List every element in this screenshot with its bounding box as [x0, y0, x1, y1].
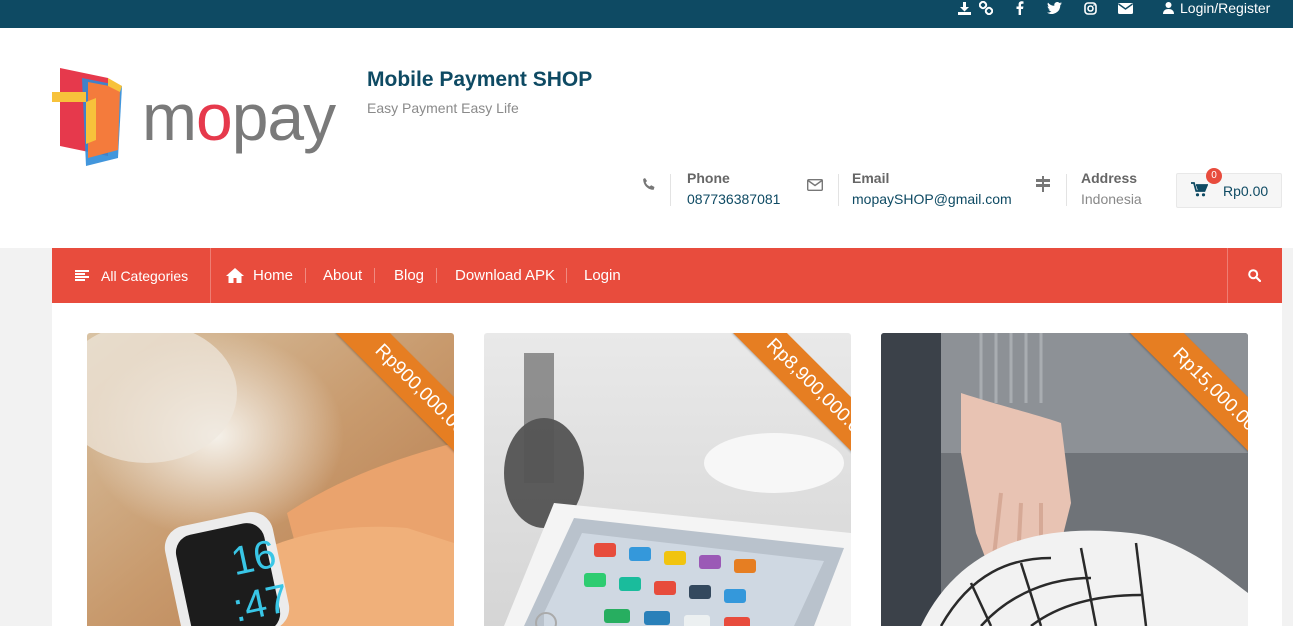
product-grid: 16 :47 Rp900,000.00 Rp8,900,000.00 Rp15,…	[52, 303, 1282, 626]
nav-item-label: Download APK	[455, 267, 556, 284]
nav-item-download-apk[interactable]: Download APK	[455, 248, 555, 303]
logo-wordmark: mopay	[142, 80, 336, 154]
svg-text:16: 16	[227, 532, 280, 584]
nav-divider	[305, 268, 306, 283]
product-card[interactable]: Rp8,900,000.00	[484, 333, 851, 626]
site-logo[interactable]: mopay	[52, 66, 352, 166]
user-icon	[1163, 2, 1174, 14]
contact-divider	[838, 174, 839, 206]
site-tagline: Easy Payment Easy Life	[367, 100, 519, 116]
home-icon	[226, 268, 244, 283]
main-nav: All Categories Home About Blog Download …	[52, 248, 1282, 303]
facebook-icon[interactable]	[1012, 0, 1028, 16]
nav-divider	[566, 268, 567, 283]
email-label: Email	[852, 170, 890, 186]
envelope-outline-icon	[806, 178, 824, 196]
price-ribbon: Rp8,900,000.00	[701, 333, 851, 483]
search-button[interactable]	[1248, 248, 1261, 303]
nav-divider	[1227, 248, 1228, 303]
nav-item-home[interactable]: Home	[226, 248, 293, 303]
product-card[interactable]: 16 :47 Rp900,000.00	[87, 333, 454, 626]
cart-button[interactable]: 0 Rp0.00	[1176, 168, 1282, 208]
envelope-icon[interactable]	[1117, 0, 1133, 16]
top-bar: Login/Register	[0, 0, 1293, 28]
search-icon	[1248, 269, 1261, 282]
nav-divider	[436, 268, 437, 283]
all-categories-button[interactable]: All Categories	[75, 248, 188, 303]
mopay-logo-mark	[52, 68, 122, 166]
signpost-icon	[1035, 176, 1051, 197]
cart-icon	[1191, 182, 1209, 202]
price-label: Rp900,000.00	[335, 333, 454, 475]
nav-item-blog[interactable]: Blog	[394, 248, 424, 303]
price-ribbon: Rp15,000.00	[1098, 333, 1248, 483]
phone-icon	[642, 178, 655, 196]
login-register-label: Login/Register	[1180, 0, 1271, 16]
nav-item-label: Home	[253, 267, 294, 284]
nav-item-label: About	[323, 267, 363, 284]
nav-divider	[374, 268, 375, 283]
twitter-icon[interactable]	[1046, 0, 1062, 16]
nav-item-login[interactable]: Login	[584, 248, 621, 303]
cart-total: Rp0.00	[1223, 183, 1269, 199]
contact-divider	[670, 174, 671, 206]
contact-phone: Phone 087736387081	[640, 170, 800, 210]
nav-item-label: Login	[584, 267, 621, 284]
link-icon[interactable]	[978, 0, 994, 16]
contact-divider	[1066, 174, 1067, 206]
email-value[interactable]: mopaySHOP@gmail.com	[852, 191, 1012, 207]
site-title[interactable]: Mobile Payment SHOP	[367, 68, 592, 92]
cart-count-badge: 0	[1206, 168, 1222, 184]
address-label: Address	[1081, 170, 1138, 186]
menu-lines-icon	[75, 270, 89, 281]
phone-value: 087736387081	[687, 191, 781, 207]
nav-item-about[interactable]: About	[323, 248, 362, 303]
nav-item-label: Blog	[394, 267, 425, 284]
price-label: Rp15,000.00	[1129, 333, 1248, 475]
nav-divider	[210, 248, 211, 303]
phone-label: Phone	[687, 170, 730, 186]
instagram-icon[interactable]	[1082, 0, 1098, 16]
price-ribbon: Rp900,000.00	[304, 333, 454, 483]
login-register-link[interactable]: Login/Register	[1163, 0, 1270, 16]
contact-address: Address Indonesia	[1035, 170, 1165, 210]
site-header: mopay Mobile Payment SHOP Easy Payment E…	[0, 28, 1293, 248]
price-label: Rp8,900,000.00	[732, 333, 851, 475]
address-value: Indonesia	[1081, 191, 1142, 207]
all-categories-label: All Categories	[101, 267, 189, 284]
product-card[interactable]: Rp15,000.00	[881, 333, 1248, 626]
download-icon[interactable]	[956, 0, 972, 16]
